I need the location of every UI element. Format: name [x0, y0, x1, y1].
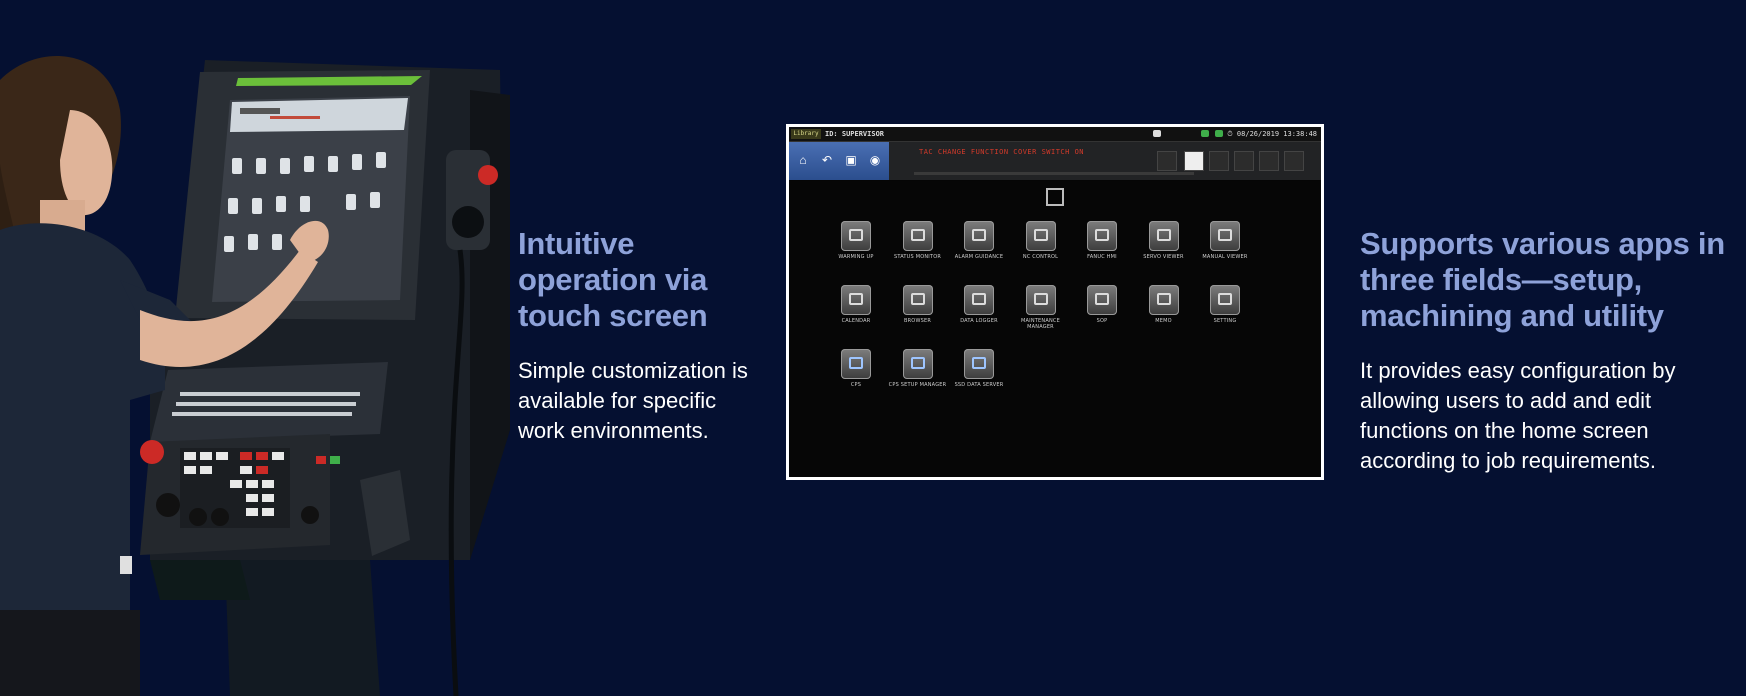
undo-icon[interactable]: ↶: [817, 150, 837, 170]
hmi-app-grid: WARMING UP STATUS MONITOR ALARM GUIDANCE NC…: [789, 181, 1321, 477]
app-label: MEMO: [1155, 318, 1172, 324]
app-icon: [964, 285, 994, 315]
app-tile[interactable]: DATA LOGGER: [949, 285, 1009, 324]
alarm-message: TAC CHANGE FUNCTION COVER SWITCH ON: [919, 148, 1085, 156]
app-tile[interactable]: MEMO: [1134, 285, 1194, 324]
app-label: SOP: [1096, 318, 1108, 324]
app-icon: [1025, 285, 1056, 315]
app-label: BROWSER: [904, 318, 931, 324]
mode-tag: Library: [791, 129, 821, 139]
lock-icon[interactable]: ▣: [841, 150, 861, 170]
app-tile[interactable]: WARMING UP: [826, 221, 886, 260]
app-tile[interactable]: NC CONTROL: [1011, 221, 1071, 260]
toolbar-button-group: ⌂ ↶ ▣ ◉: [789, 142, 889, 180]
camera-icon[interactable]: ◉: [865, 150, 885, 170]
hmi-toolbar: ⌂ ↶ ▣ ◉ TAC CHANGE FUNCTION COVER SWITCH…: [789, 142, 1321, 180]
datetime-label: ⏱ 08/26/2019 13:38:48: [1227, 130, 1317, 138]
app-icon: [964, 349, 994, 379]
app-label: WARMING UP: [838, 254, 874, 260]
app-icon: [1148, 285, 1179, 315]
app-tile[interactable]: CPS SETUP MANAGER: [888, 349, 948, 388]
app-icon: [841, 285, 871, 315]
battery-icon: [1201, 130, 1209, 137]
app-tile[interactable]: CPS: [826, 349, 886, 388]
app-tile[interactable]: STATUS MONITOR: [888, 221, 948, 260]
app-label: STATUS MONITOR: [893, 254, 942, 260]
app-tile[interactable]: SERVO VIEWER: [1134, 221, 1194, 260]
alarm-scroll-track: [914, 172, 1194, 175]
hmi-status-bar: Library ID: SUPERVISOR ⏱ 08/26/2019 13:3…: [789, 127, 1321, 142]
network-indicator-icon: [1153, 130, 1161, 137]
app-icon: [1087, 285, 1117, 315]
app-icon: [1025, 221, 1056, 251]
slot-button-3[interactable]: [1259, 151, 1279, 171]
app-icon: [964, 221, 994, 251]
feature-touch-screen-body: Simple customization is available for sp…: [518, 358, 748, 443]
app-label: CPS SETUP MANAGER: [888, 382, 947, 388]
app-tile[interactable]: MAINTENANCE MANAGER: [1011, 285, 1071, 330]
app-label: SSD DATA SERVER: [954, 382, 1004, 388]
slot-button-4[interactable]: [1284, 151, 1304, 171]
feature-apps-title: Supports various apps in three fields—se…: [1360, 226, 1725, 333]
app-tile[interactable]: CALENDAR: [826, 285, 886, 324]
app-label: DATA LOGGER: [960, 318, 998, 324]
slot-button-1[interactable]: [1209, 151, 1229, 171]
signal-icon: [1215, 130, 1223, 137]
app-label: SETTING: [1213, 318, 1237, 324]
app-tile[interactable]: SETTING: [1195, 285, 1255, 324]
screenshot-icon[interactable]: [1157, 151, 1177, 171]
app-icon: [841, 221, 871, 251]
hmi-home-screen: Library ID: SUPERVISOR ⏱ 08/26/2019 13:3…: [786, 124, 1324, 480]
slot-button-2[interactable]: [1234, 151, 1254, 171]
app-icon: [902, 349, 933, 379]
app-icon: [1210, 221, 1240, 251]
user-label: ID: SUPERVISOR: [825, 130, 885, 138]
operator-photo: [0, 0, 520, 696]
app-label: MANUAL VIEWER: [1202, 254, 1248, 260]
feature-apps: Supports various apps in three fields—se…: [1360, 226, 1740, 476]
app-tile[interactable]: MANUAL VIEWER: [1195, 221, 1255, 260]
feature-touch-screen: Intuitive operation via touch screen Sim…: [518, 226, 768, 446]
home-icon[interactable]: ⌂: [793, 150, 813, 170]
app-label: CPS: [850, 382, 862, 388]
app-label: SERVO VIEWER: [1143, 254, 1184, 260]
app-label: NC CONTROL: [1022, 254, 1059, 260]
app-label: MAINTENANCE MANAGER: [1021, 318, 1060, 330]
app-icon: [841, 349, 871, 379]
grid-edit-icon[interactable]: [1046, 188, 1064, 206]
app-tile[interactable]: ALARM GUIDANCE: [949, 221, 1009, 260]
app-label: CALENDAR: [841, 318, 871, 324]
app-label: FANUC HMI: [1087, 254, 1117, 260]
app-tile[interactable]: BROWSER: [888, 285, 948, 324]
feature-touch-screen-title: Intuitive operation via touch screen: [518, 226, 708, 333]
app-tile[interactable]: SSD DATA SERVER: [949, 349, 1009, 388]
datetime-value: 08/26/2019 13:38:48: [1236, 130, 1317, 138]
app-tile[interactable]: FANUC HMI: [1072, 221, 1132, 260]
feature-apps-body: It provides easy configuration by allowi…: [1360, 358, 1676, 473]
app-tile[interactable]: SOP: [1072, 285, 1132, 324]
app-icon: [902, 285, 933, 315]
app-icon: [1148, 221, 1179, 251]
app-icon: [902, 221, 933, 251]
phone-icon[interactable]: [1184, 151, 1204, 171]
app-label: ALARM GUIDANCE: [954, 254, 1004, 260]
app-icon: [1210, 285, 1240, 315]
app-icon: [1087, 221, 1117, 251]
